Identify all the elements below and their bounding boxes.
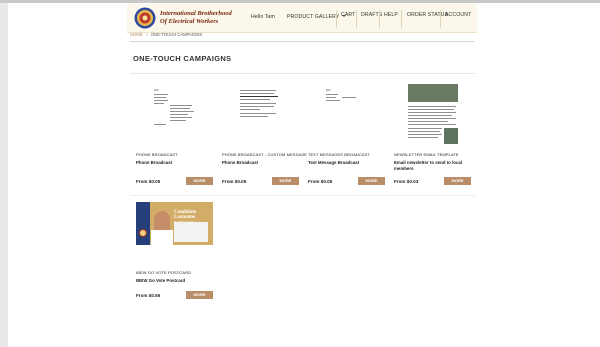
thumb-doc-line bbox=[408, 134, 442, 135]
thumb-doc-line bbox=[408, 124, 456, 125]
product-price: From $0.05 bbox=[222, 179, 247, 184]
thumb-doc-line bbox=[154, 100, 168, 101]
product-card-phone-broadcast-custom[interactable]: PHONE BROADCAST - CUSTOM MESSAGE Phone B… bbox=[222, 84, 307, 189]
candidate-photo-shirt bbox=[151, 230, 173, 245]
thumb-doc-line bbox=[240, 106, 274, 107]
more-button[interactable]: MORE bbox=[272, 177, 299, 185]
thumb-doc-line bbox=[408, 115, 452, 116]
thumb-doc-line bbox=[240, 93, 274, 94]
thumb-doc-line bbox=[170, 105, 192, 106]
product-name[interactable]: Email newsletter to send to local member… bbox=[394, 160, 474, 172]
thumb-doc-line bbox=[408, 118, 456, 119]
thumb-doc-line bbox=[170, 111, 194, 112]
thumb-doc-line bbox=[240, 99, 270, 100]
thumb-doc-line bbox=[154, 124, 166, 125]
product-name[interactable]: Phone Broadcast bbox=[222, 160, 302, 166]
product-card-text-message-broadcast[interactable]: ▪▪▪▪ TEXT MESSAGES BROADCAST Text Messag… bbox=[308, 84, 388, 189]
thumb-doc-logo: ▪▪▪▪ bbox=[326, 88, 331, 92]
nav-divider bbox=[440, 10, 441, 28]
thumb-doc-line bbox=[326, 100, 340, 101]
product-thumbnail[interactable] bbox=[394, 84, 472, 146]
product-card-phone-broadcast[interactable]: ▪▪▪▪ PHONE BROADCAST Phone Broadcast Fro… bbox=[136, 84, 216, 189]
page-canvas bbox=[8, 3, 600, 347]
nav-help[interactable]: HELP bbox=[384, 4, 398, 26]
product-name[interactable]: Phone Broadcast bbox=[136, 160, 216, 166]
more-button[interactable]: MORE bbox=[186, 291, 213, 299]
thumb-doc-line bbox=[240, 109, 260, 110]
thumb-doc-line bbox=[154, 94, 168, 95]
nav-divider bbox=[379, 10, 380, 28]
breadcrumb-separator: » bbox=[145, 32, 148, 37]
thumb-doc-line bbox=[326, 94, 338, 95]
thumb-doc-line bbox=[170, 120, 186, 121]
product-thumbnail[interactable] bbox=[222, 84, 300, 146]
thumb-header-photo bbox=[408, 84, 458, 102]
breadcrumb-divider bbox=[130, 41, 475, 42]
greeting-text: Hello Tam bbox=[251, 14, 275, 20]
product-price: From $0.05 bbox=[308, 179, 333, 184]
product-category: NEWSLETTER EMAIL TEMPLATE bbox=[394, 152, 459, 157]
brand-name[interactable]: International Brotherhood Of Electrical … bbox=[160, 10, 252, 25]
thumb-doc-line bbox=[170, 117, 192, 118]
nav-product-gallery[interactable]: PRODUCT GALLERY bbox=[287, 6, 347, 28]
thumb-doc-line bbox=[240, 113, 276, 114]
product-name[interactable]: Text Message Broadcast bbox=[308, 160, 388, 166]
thumb-doc-line bbox=[154, 103, 164, 104]
thumb-inline-photo bbox=[444, 128, 458, 144]
thumb-doc-line bbox=[326, 97, 336, 98]
more-button[interactable]: MORE bbox=[444, 177, 471, 185]
postcard-address-block bbox=[174, 222, 208, 242]
product-price: From $0.05 bbox=[136, 179, 161, 184]
breadcrumb: HOME» ONE-TOUCH CAMPAIGNS bbox=[130, 32, 202, 37]
more-button[interactable]: MORE bbox=[186, 177, 213, 185]
thumb-doc-logo: ▪▪▪▪ bbox=[154, 88, 159, 92]
thumb-doc-line bbox=[408, 137, 438, 138]
ibew-seal-icon bbox=[139, 229, 147, 237]
row-divider bbox=[130, 195, 475, 196]
thumb-doc-line bbox=[240, 96, 278, 97]
breadcrumb-home[interactable]: HOME bbox=[130, 32, 143, 37]
nav-divider bbox=[336, 10, 337, 28]
thumb-doc-line bbox=[408, 128, 442, 129]
brand-line-1: International Brotherhood bbox=[160, 10, 232, 17]
thumb-doc-line bbox=[170, 114, 188, 115]
thumb-doc-line bbox=[408, 109, 454, 110]
nav-divider bbox=[401, 10, 402, 28]
nav-product-gallery-label: PRODUCT GALLERY bbox=[287, 14, 340, 20]
product-thumbnail[interactable]: ▪▪▪▪ bbox=[308, 84, 386, 146]
thumb-doc-line bbox=[408, 106, 456, 107]
nav-divider bbox=[356, 10, 357, 28]
nav-order-status[interactable]: ORDER STATUS bbox=[407, 4, 448, 26]
thumb-doc-line bbox=[408, 112, 456, 113]
postcard-side-band bbox=[136, 202, 150, 245]
nav-cart[interactable]: CART bbox=[341, 4, 355, 26]
site-header: International Brotherhood Of Electrical … bbox=[127, 4, 477, 33]
thumb-doc-line bbox=[154, 97, 166, 98]
brand-line-2: Of Electrical Workers bbox=[160, 17, 219, 25]
product-price: From $0.03 bbox=[394, 179, 419, 184]
ibew-seal-icon[interactable] bbox=[134, 7, 156, 29]
product-card-newsletter-email[interactable]: NEWSLETTER EMAIL TEMPLATE Email newslett… bbox=[394, 84, 474, 189]
product-category: TEXT MESSAGES BROADCAST bbox=[308, 152, 371, 157]
product-name[interactable]: IBEW Go Vote Postcard bbox=[136, 278, 216, 284]
product-category: PHONE BROADCAST - CUSTOM MESSAGE bbox=[222, 152, 308, 157]
thumb-doc-line bbox=[408, 131, 440, 132]
breadcrumb-current: ONE-TOUCH CAMPAIGNS bbox=[150, 32, 203, 37]
thumb-doc-line bbox=[240, 103, 276, 104]
thumb-doc-line bbox=[408, 121, 448, 122]
more-button[interactable]: MORE bbox=[358, 177, 385, 185]
nav-account[interactable]: ACCOUNT bbox=[445, 4, 471, 26]
product-category: PHONE BROADCAST bbox=[136, 152, 178, 157]
thumb-doc-line bbox=[170, 108, 190, 109]
thumb-doc-line bbox=[342, 97, 356, 98]
page-title: ONE-TOUCH CAMPAIGNS bbox=[133, 54, 232, 63]
product-price: From $0.65 bbox=[136, 293, 161, 298]
thumb-doc-line bbox=[240, 90, 276, 91]
product-thumbnail[interactable]: ▪▪▪▪ bbox=[136, 84, 214, 146]
thumb-doc-line bbox=[240, 116, 268, 117]
product-category: IBEW GO VOTE POSTCARD bbox=[136, 270, 191, 275]
product-card-go-vote-postcard[interactable]: Candidate Lastname For Office Name IBEW … bbox=[136, 202, 216, 307]
title-divider bbox=[130, 73, 475, 74]
product-thumbnail[interactable]: Candidate Lastname For Office Name bbox=[136, 202, 214, 245]
